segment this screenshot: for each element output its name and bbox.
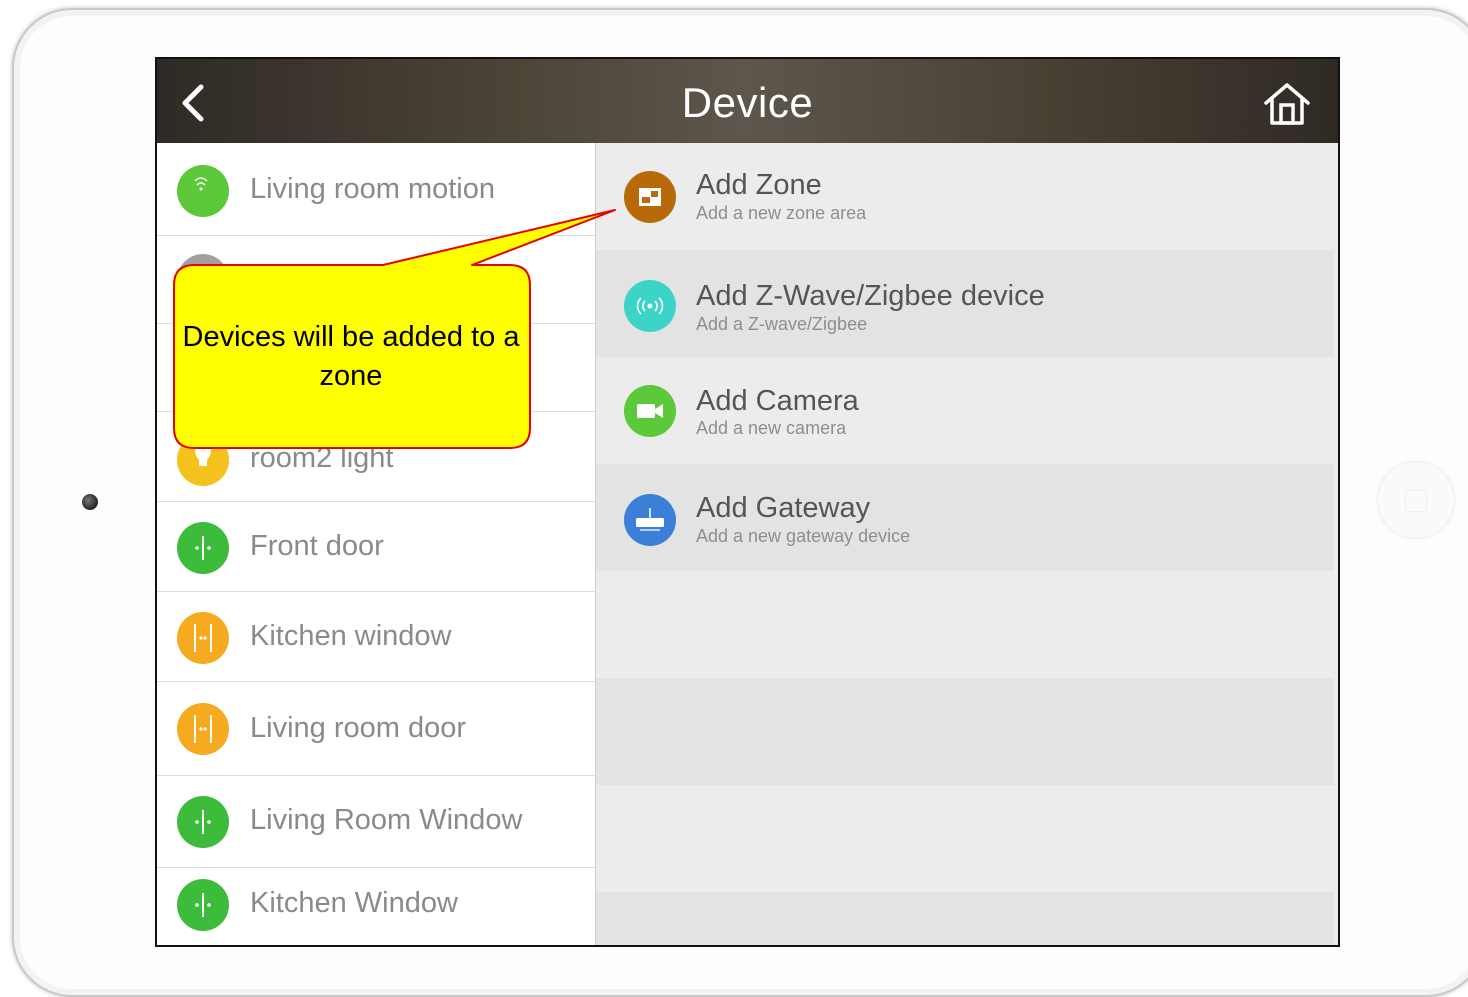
device-label: Front door (250, 530, 384, 562)
add-zone-button[interactable]: Add Zone Add a new zone area (596, 143, 1334, 250)
top-bar: Device (157, 59, 1338, 143)
door-sensor-icon (177, 703, 229, 755)
home-button[interactable] (1262, 79, 1312, 129)
device-list: Living room motion room2 light Front doo… (157, 143, 596, 945)
row-stripe (596, 892, 1334, 945)
app-screen: Device Living room motion room2 light Fr… (155, 57, 1340, 947)
action-subtitle: Add a new camera (696, 418, 847, 438)
device-item-room2-light[interactable]: room2 light (157, 412, 595, 502)
device-icon (177, 254, 229, 306)
action-subtitle: Add a Z-wave/Zigbee (696, 314, 868, 334)
action-title: Add Camera (696, 385, 859, 417)
gateway-icon (624, 494, 676, 546)
row-stripe (596, 678, 1334, 785)
device-label: Kitchen window (250, 620, 452, 652)
device-item-kitchen-window-2[interactable]: Kitchen Window (157, 868, 595, 945)
action-panel: Add Zone Add a new zone area Add Z-Wave/… (596, 143, 1338, 945)
device-label: Kitchen Window (250, 887, 458, 919)
device-item-kitchen-window[interactable]: Kitchen window (157, 592, 595, 682)
add-zwave-zigbee-button[interactable]: Add Z-Wave/Zigbee device Add a Z-wave/Zi… (596, 250, 1334, 357)
action-title: Add Zone (696, 169, 822, 201)
device-label: room2 light (250, 442, 394, 474)
wireless-icon (624, 280, 676, 332)
camera-icon (624, 385, 676, 437)
add-gateway-button[interactable]: Add Gateway Add a new gateway device (596, 464, 1334, 571)
bulb-icon (177, 434, 229, 486)
device-label: Living room door (250, 712, 466, 744)
add-camera-button[interactable]: Add Camera Add a new camera (596, 357, 1334, 464)
device-item-living-room-window[interactable]: Living Room Window (157, 776, 595, 868)
door-sensor-icon (177, 522, 229, 574)
window-sensor-icon (177, 612, 229, 664)
action-subtitle: Add a new zone area (696, 203, 867, 223)
hardware-home-button[interactable] (1378, 462, 1454, 538)
action-title: Add Z-Wave/Zigbee device (696, 280, 1045, 312)
device-item-living-room-door[interactable]: Living room door (157, 682, 595, 776)
device-item-living-room-motion[interactable]: Living room motion (157, 143, 595, 236)
device-item[interactable] (157, 236, 595, 324)
page-title: Device (681, 79, 814, 126)
device-label: Living room motion (250, 173, 495, 205)
front-camera (82, 494, 98, 510)
action-title: Add Gateway (696, 492, 871, 524)
window-sensor-icon (177, 796, 229, 848)
window-sensor-icon (177, 879, 229, 931)
zone-icon (624, 171, 676, 223)
device-label: Living Room Window (250, 804, 523, 836)
home-icon (1264, 83, 1310, 125)
action-subtitle: Add a new gateway device (696, 526, 911, 546)
device-item-front-door[interactable]: Front door (157, 502, 595, 592)
callout-text: Devices will be added to a zone (182, 321, 520, 392)
motion-sensor-icon (177, 165, 229, 217)
